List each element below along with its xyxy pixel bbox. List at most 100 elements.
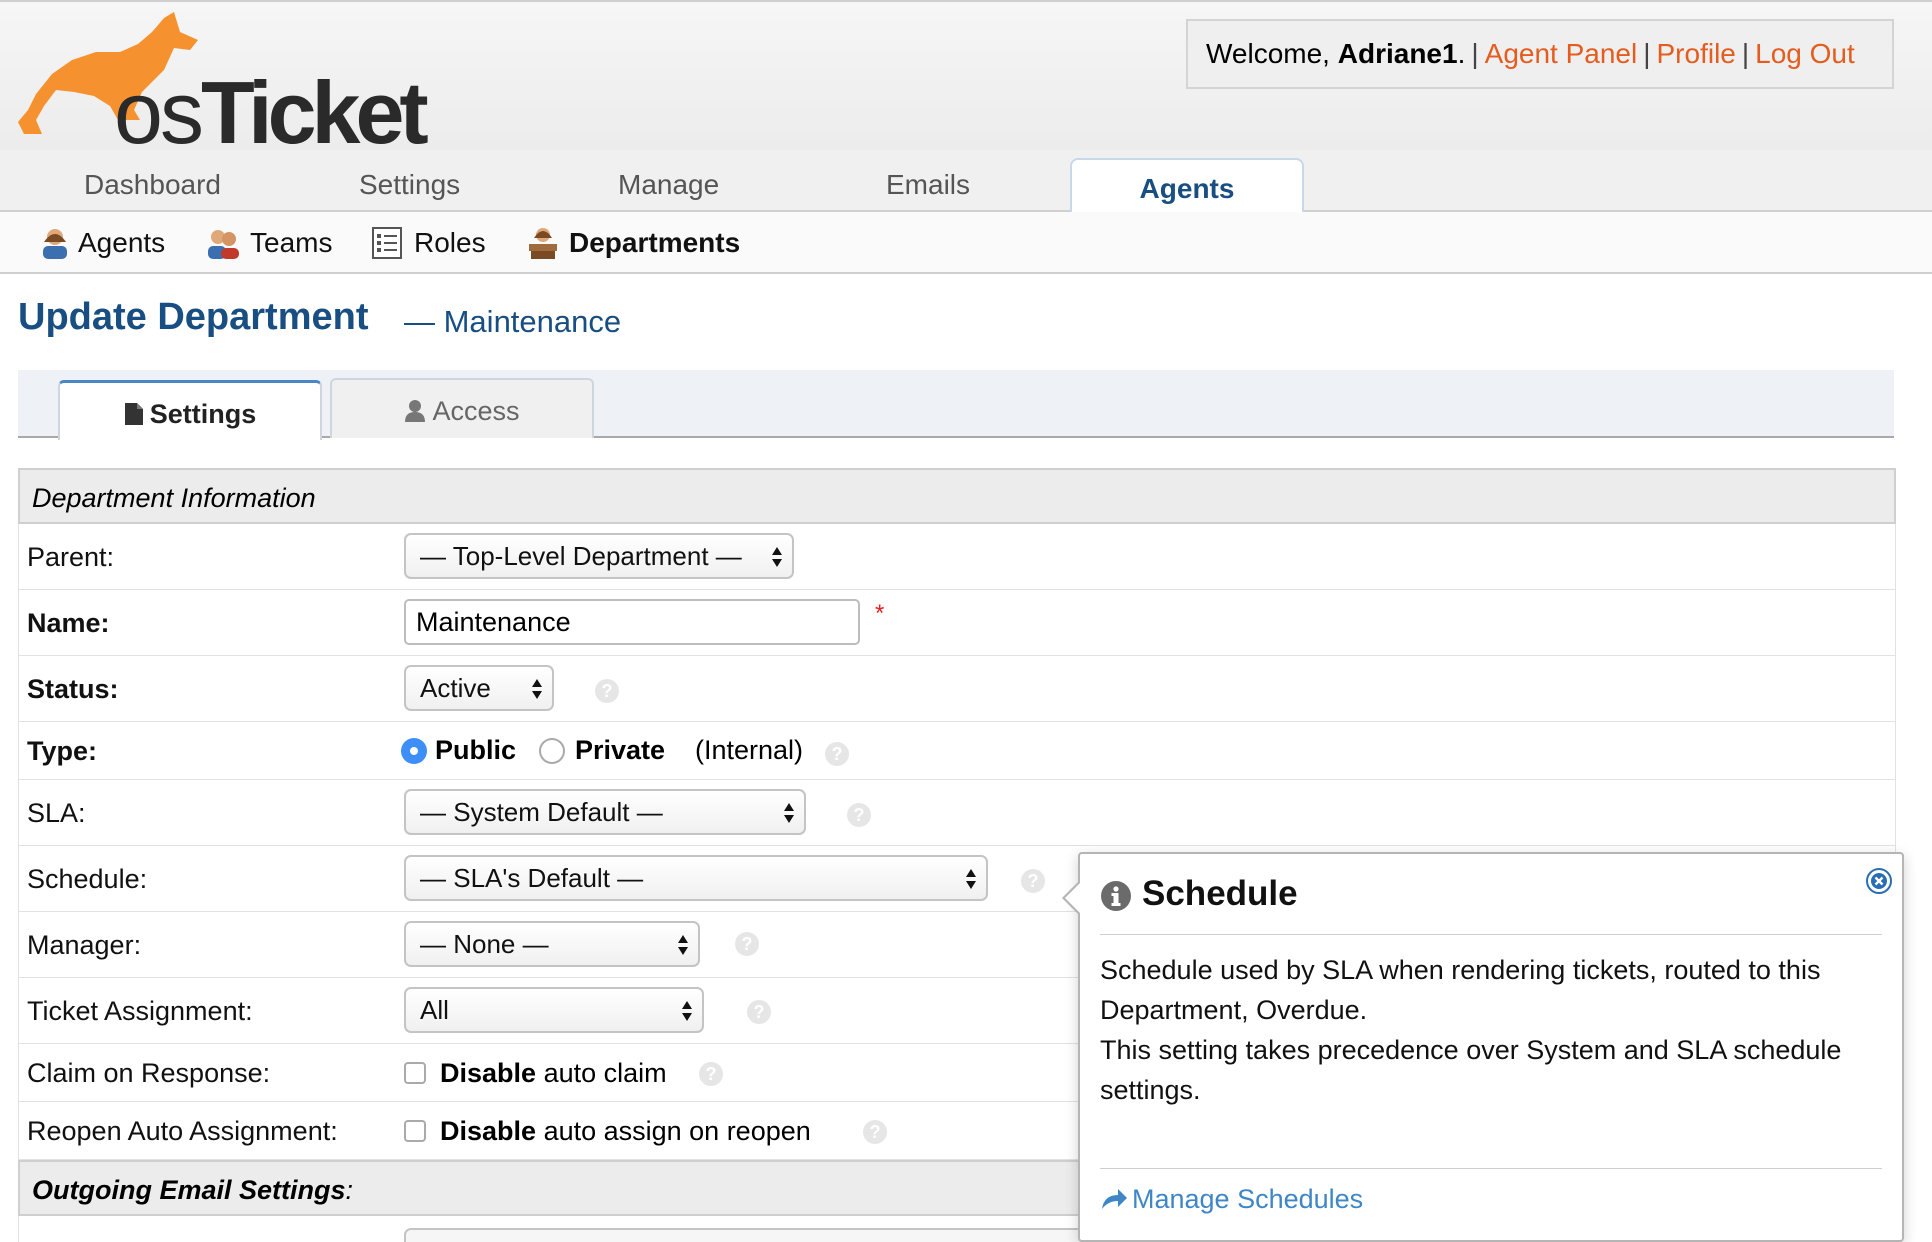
manager-select-value: — None — bbox=[420, 929, 549, 959]
section2-colon: : bbox=[345, 1175, 354, 1205]
share-arrow-icon bbox=[1102, 1189, 1127, 1209]
welcome-box: Welcome, Adriane1. | Agent Panel | Profile | L… bbox=[1186, 19, 1894, 89]
sla-select[interactable]: — System Default — bbox=[404, 789, 806, 835]
profile-link[interactable]: Profile bbox=[1657, 38, 1736, 69]
type-private-radio[interactable] bbox=[539, 738, 565, 764]
header: osTicket Welcome, Adriane1. | Agent Panel |… bbox=[0, 0, 1932, 162]
ticket-assignment-select-value: All bbox=[420, 995, 449, 1025]
tab-agents[interactable]: Agents bbox=[1070, 158, 1304, 214]
manage-schedules-link[interactable]: Manage Schedules bbox=[1100, 1184, 1363, 1215]
help-icon[interactable]: ? bbox=[735, 932, 759, 956]
claim-on-response-checkbox[interactable] bbox=[404, 1062, 426, 1084]
tab-emails[interactable]: Emails bbox=[886, 150, 970, 212]
claim-text: auto claim bbox=[543, 1058, 667, 1088]
name-input[interactable]: Maintenance bbox=[404, 599, 860, 645]
partial-select[interactable] bbox=[404, 1228, 1104, 1242]
row-sla: SLA: — System Default — ? bbox=[18, 780, 1896, 846]
reopen-auto-assignment-checkbox[interactable] bbox=[404, 1120, 426, 1142]
subnav-agents[interactable]: Agents bbox=[78, 212, 165, 274]
roles-icon bbox=[372, 227, 402, 259]
name-label: Name: bbox=[27, 608, 110, 638]
ticket-assignment-label: Ticket Assignment: bbox=[27, 996, 253, 1026]
select-arrows-icon bbox=[784, 803, 794, 823]
parent-select[interactable]: — Top-Level Department — bbox=[404, 533, 794, 579]
type-private-note: (Internal) bbox=[695, 735, 804, 765]
page-title: Update Department bbox=[18, 296, 369, 338]
help-icon[interactable]: ? bbox=[825, 742, 849, 766]
separator: | bbox=[1741, 38, 1750, 69]
close-icon[interactable] bbox=[1866, 868, 1892, 894]
help-icon[interactable]: ? bbox=[847, 803, 871, 827]
departments-icon bbox=[529, 228, 557, 259]
reopen-auto-assignment-text: Disable auto assign on reopen bbox=[440, 1116, 811, 1147]
sla-label: SLA: bbox=[27, 798, 86, 828]
help-icon[interactable]: ? bbox=[747, 1000, 771, 1024]
welcome-suffix: . bbox=[1457, 38, 1466, 69]
tab-form-access[interactable]: Access bbox=[330, 378, 594, 438]
popover-title: Schedule bbox=[1142, 874, 1298, 913]
help-icon[interactable]: ? bbox=[1021, 869, 1045, 893]
manager-select[interactable]: — None — bbox=[404, 921, 700, 967]
claim-on-response-label: Claim on Response: bbox=[27, 1058, 271, 1088]
help-icon[interactable]: ? bbox=[863, 1120, 887, 1144]
type-public-radio[interactable] bbox=[401, 738, 427, 764]
required-marker: * bbox=[875, 600, 885, 627]
tab-form-settings[interactable]: Settings bbox=[58, 380, 322, 440]
popover-pointer-inner bbox=[1065, 882, 1081, 914]
agent-icon bbox=[43, 229, 67, 259]
manager-label: Manager: bbox=[27, 930, 142, 960]
reopen-auto-assignment-label: Reopen Auto Assignment: bbox=[27, 1116, 338, 1146]
schedule-select[interactable]: — SLA's Default — bbox=[404, 855, 988, 901]
tab-manage[interactable]: Manage bbox=[618, 150, 719, 212]
tab-settings[interactable]: Settings bbox=[359, 150, 460, 212]
type-private-label[interactable]: Private bbox=[575, 735, 665, 766]
user-icon bbox=[405, 400, 426, 422]
log-out-link[interactable]: Log Out bbox=[1755, 38, 1855, 69]
row-type: Type: Public Private (Internal) ? bbox=[18, 722, 1896, 780]
manage-schedules-label: Manage Schedules bbox=[1132, 1184, 1364, 1214]
schedule-help-popover: Schedule Schedule used by SLA when rende… bbox=[1062, 852, 1904, 1242]
row-name: Name: Maintenance * bbox=[18, 590, 1896, 656]
claim-on-response-text: Disable auto claim bbox=[440, 1058, 667, 1089]
claim-disable-bold: Disable bbox=[440, 1058, 537, 1088]
logo-wordmark: osTicket bbox=[114, 63, 429, 162]
popover-body-1: Schedule used by SLA when rendering tick… bbox=[1100, 955, 1821, 1025]
section-department-information: Department Information bbox=[18, 468, 1896, 524]
sub-nav: Agents Teams Roles Departments bbox=[0, 212, 1932, 274]
status-select[interactable]: Active bbox=[404, 665, 554, 711]
type-label: Type: bbox=[27, 736, 98, 766]
popover-divider bbox=[1100, 934, 1882, 935]
info-icon bbox=[1101, 881, 1131, 911]
type-public-label[interactable]: Public bbox=[435, 735, 516, 766]
schedule-select-value: — SLA's Default — bbox=[420, 863, 644, 893]
popover-divider bbox=[1100, 1168, 1882, 1169]
parent-label: Parent: bbox=[27, 542, 115, 572]
select-arrows-icon bbox=[772, 547, 782, 567]
select-arrows-icon bbox=[678, 935, 688, 955]
status-select-value: Active bbox=[420, 673, 491, 703]
schedule-label: Schedule: bbox=[27, 864, 148, 894]
select-arrows-icon bbox=[682, 1001, 692, 1021]
osticket-logo[interactable]: osTicket bbox=[14, 10, 429, 162]
help-icon[interactable]: ? bbox=[595, 679, 619, 703]
page-subtitle: — Maintenance bbox=[404, 304, 622, 339]
agent-panel-link[interactable]: Agent Panel bbox=[1485, 38, 1638, 69]
reopen-disable-bold: Disable bbox=[440, 1116, 537, 1146]
help-icon[interactable]: ? bbox=[699, 1062, 723, 1086]
separator: | bbox=[1643, 38, 1651, 69]
main-nav: Dashboard Settings Manage Emails Agents bbox=[0, 150, 1932, 214]
teams-icon bbox=[208, 230, 239, 259]
welcome-text: Welcome, bbox=[1206, 38, 1338, 69]
tab-form-settings-label: Settings bbox=[149, 399, 257, 429]
tab-dashboard[interactable]: Dashboard bbox=[84, 150, 221, 212]
separator: | bbox=[1471, 38, 1479, 69]
section2-title: Outgoing Email Settings bbox=[32, 1175, 346, 1205]
subnav-departments[interactable]: Departments bbox=[569, 212, 740, 274]
form-tab-strip: Settings Access bbox=[18, 370, 1894, 440]
row-status: Status: Active ? bbox=[18, 656, 1896, 722]
popover-body-2: This setting takes precedence over Syste… bbox=[1100, 1035, 1842, 1105]
ticket-assignment-select[interactable]: All bbox=[404, 987, 704, 1033]
subnav-roles[interactable]: Roles bbox=[414, 212, 486, 274]
select-arrows-icon bbox=[532, 679, 542, 699]
subnav-teams[interactable]: Teams bbox=[250, 212, 332, 274]
